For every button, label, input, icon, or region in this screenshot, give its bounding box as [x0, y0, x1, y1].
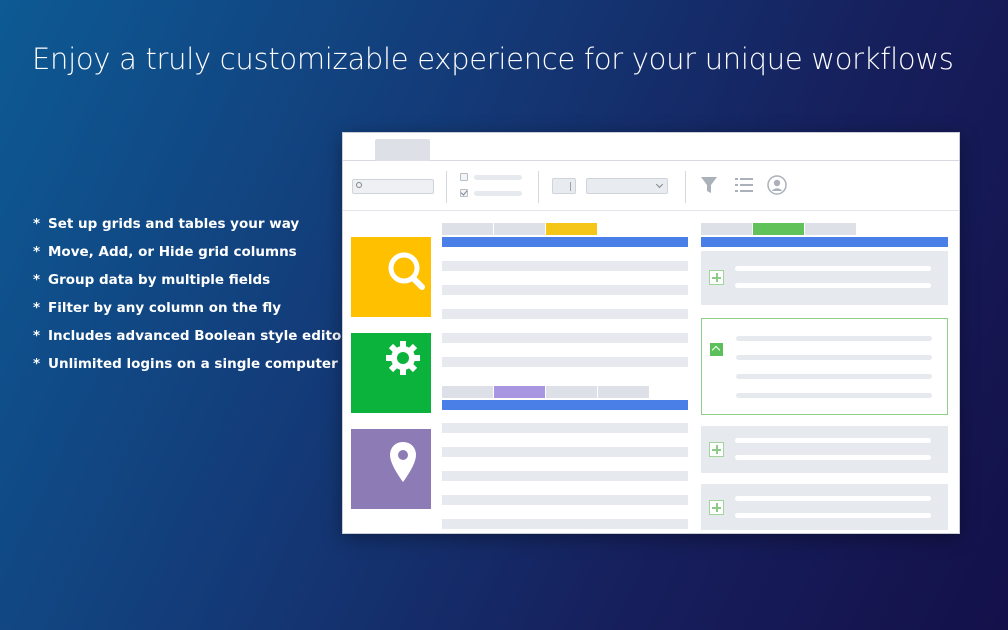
feature-item: * Group data by multiple fields — [33, 270, 348, 298]
checkbox-label-placeholder — [474, 175, 522, 180]
column-header[interactable] — [442, 386, 493, 398]
feature-text: Unlimited logins on a single computer — [48, 356, 338, 372]
column-header[interactable] — [442, 223, 493, 235]
tile-settings[interactable] — [351, 333, 431, 413]
column-header-active[interactable] — [753, 223, 804, 235]
collapse-icon[interactable] — [710, 343, 723, 356]
column-header-active[interactable] — [546, 223, 597, 235]
location-tile-graphic — [351, 429, 431, 509]
feature-list: * Set up grids and tables your way * Move,… — [33, 214, 348, 382]
feature-text: Includes advanced Boolean style editor — [48, 328, 348, 344]
table-row[interactable] — [442, 447, 688, 457]
text-placeholder — [735, 438, 931, 443]
table-row[interactable] — [442, 423, 688, 433]
gear-icon — [386, 341, 420, 375]
toolbar-divider — [685, 171, 686, 203]
toolbar-divider — [446, 171, 447, 203]
number-stepper[interactable] — [552, 178, 576, 194]
search-icon — [356, 182, 362, 188]
chevron-down-icon — [655, 180, 664, 189]
table-row[interactable] — [442, 261, 688, 271]
user-icon[interactable] — [767, 175, 787, 195]
feature-item: * Filter by any column on the fly — [33, 298, 348, 326]
text-placeholder — [735, 496, 931, 501]
group-card-collapsed[interactable] — [701, 484, 948, 530]
table-row[interactable] — [442, 471, 688, 481]
headline: Enjoy a truly customizable experience fo… — [32, 42, 954, 76]
tile-location[interactable] — [351, 429, 431, 509]
text-placeholder — [736, 374, 932, 379]
table-row[interactable] — [442, 495, 688, 505]
select-dropdown[interactable] — [586, 178, 668, 194]
list-icon[interactable] — [734, 175, 754, 195]
tab-active[interactable] — [375, 139, 430, 161]
bullet: * — [33, 300, 41, 316]
text-placeholder — [735, 283, 931, 288]
expand-icon[interactable] — [709, 442, 724, 457]
text-placeholder — [736, 336, 932, 341]
filter-icon[interactable] — [700, 175, 718, 195]
table-row[interactable] — [442, 357, 688, 367]
group-column-headers — [701, 223, 948, 235]
table-row[interactable] — [442, 309, 688, 319]
column-header[interactable] — [805, 223, 856, 235]
group-header-bar — [701, 237, 948, 247]
feature-text: Filter by any column on the fly — [48, 300, 282, 316]
column-header[interactable] — [701, 223, 752, 235]
group-card-collapsed[interactable] — [701, 251, 948, 305]
tab-strip — [343, 133, 959, 161]
feature-text: Set up grids and tables your way — [48, 216, 300, 232]
bullet: * — [33, 356, 41, 372]
feature-text: Move, Add, or Hide grid columns — [48, 244, 297, 260]
grid-column-headers — [442, 223, 688, 235]
table-row[interactable] — [442, 519, 688, 529]
settings-tile-graphic — [351, 333, 431, 413]
feature-item: * Move, Add, or Hide grid columns — [33, 242, 348, 270]
column-header[interactable] — [494, 223, 545, 235]
expand-icon[interactable] — [709, 500, 724, 515]
feature-text: Group data by multiple fields — [48, 272, 271, 288]
feature-item: * Unlimited logins on a single computer — [33, 354, 348, 382]
toolbar-divider — [538, 171, 539, 203]
column-header[interactable] — [546, 386, 597, 398]
text-placeholder — [735, 266, 931, 271]
group-card-collapsed[interactable] — [701, 426, 948, 473]
feature-item: * Includes advanced Boolean style editor — [33, 326, 348, 354]
tile-search[interactable] — [351, 237, 431, 317]
grid-column-headers — [442, 386, 688, 398]
column-header[interactable] — [598, 386, 649, 398]
bullet: * — [33, 216, 41, 232]
text-placeholder — [736, 355, 932, 360]
expand-icon[interactable] — [709, 270, 724, 285]
search-input[interactable] — [352, 179, 434, 194]
search-tile-graphic — [351, 237, 431, 317]
column-header-active[interactable] — [494, 386, 545, 398]
checkbox-unchecked[interactable] — [460, 173, 468, 181]
toolbar — [343, 161, 959, 211]
app-mockup-window — [342, 132, 960, 534]
feature-item: * Set up grids and tables your way — [33, 214, 348, 242]
group-card-expanded[interactable] — [701, 318, 948, 415]
text-placeholder — [735, 455, 931, 460]
bullet: * — [33, 328, 41, 344]
bullet: * — [33, 272, 41, 288]
table-row[interactable] — [442, 285, 688, 295]
grid-header-bar — [442, 400, 688, 410]
text-placeholder — [735, 513, 931, 518]
table-row[interactable] — [442, 333, 688, 343]
text-placeholder — [736, 393, 932, 398]
bullet: * — [33, 244, 41, 260]
checkbox-checked[interactable] — [460, 189, 468, 197]
checkbox-label-placeholder — [474, 191, 522, 196]
grid-header-bar — [442, 237, 688, 247]
